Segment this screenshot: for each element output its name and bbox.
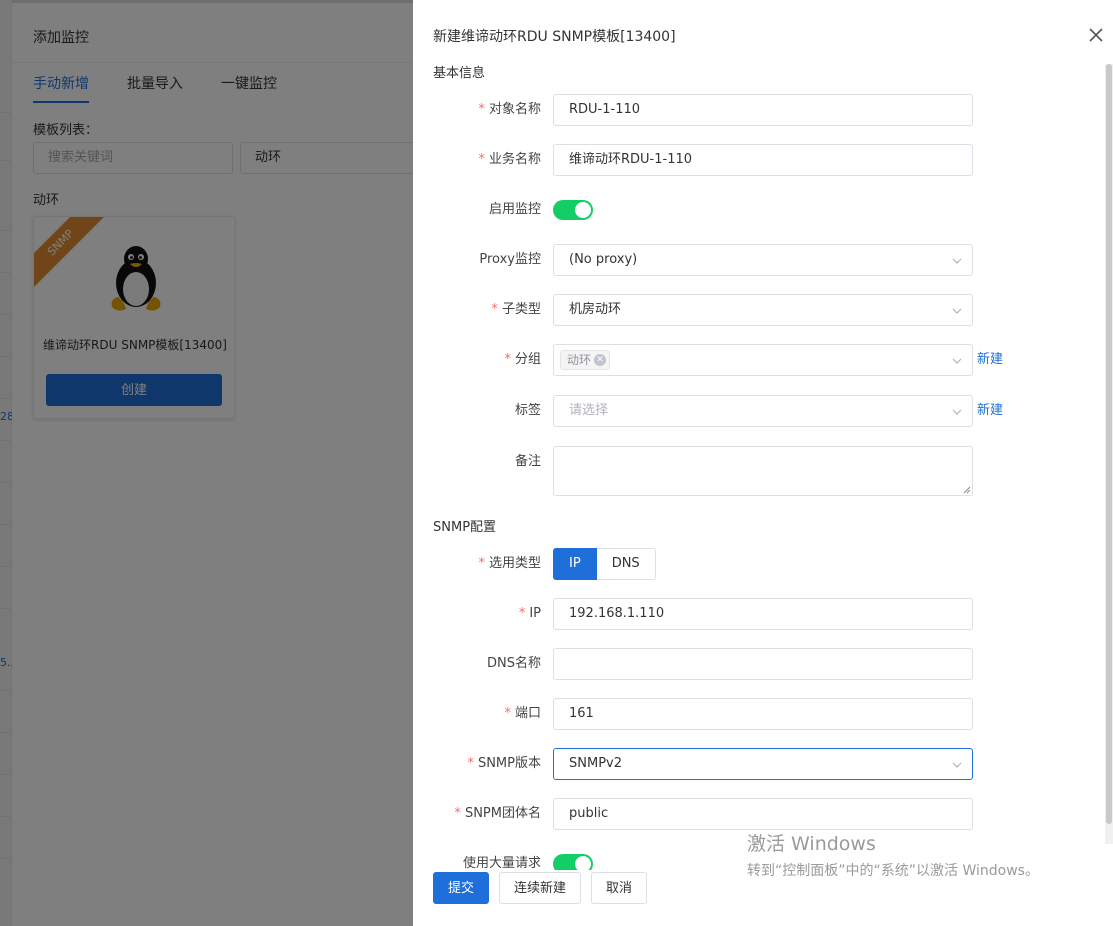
group-select[interactable]: 动环 ✕: [553, 344, 973, 376]
field-tags: 标签 请选择 新建: [413, 395, 1103, 427]
remark-textarea[interactable]: [553, 446, 973, 496]
switch-knob: [575, 202, 591, 218]
field-label: Proxy监控: [479, 252, 541, 267]
select-value: (No proxy): [569, 252, 638, 267]
scrollbar-thumb[interactable]: [1106, 64, 1112, 824]
tags-select[interactable]: 请选择: [553, 395, 973, 427]
chevron-down-icon: [952, 409, 962, 415]
field-label: 分组: [514, 352, 541, 367]
required-mark: *: [504, 352, 511, 367]
field-label: 对象名称: [488, 102, 541, 117]
tag-label: 动环: [567, 353, 592, 367]
field-select-type: * 选用类型 IP DNS: [413, 548, 1103, 580]
new-tag-link[interactable]: 新建: [977, 395, 1003, 427]
field-label: DNS名称: [487, 656, 541, 671]
field-proxy: Proxy监控 (No proxy): [413, 244, 1103, 276]
select-value: 机房动环: [569, 302, 622, 317]
required-mark: *: [491, 302, 498, 317]
field-label: 标签: [514, 403, 541, 418]
new-group-link[interactable]: 新建: [977, 344, 1003, 376]
section-snmp-config: SNMP配置: [433, 520, 497, 535]
dns-name-input[interactable]: [553, 648, 973, 680]
field-business-name: * 业务名称 维谛动环RDU-1-110: [413, 144, 1103, 176]
resize-grip-icon[interactable]: [963, 486, 971, 494]
enable-monitor-switch[interactable]: [553, 200, 593, 220]
drawer-scrollbar[interactable]: [1105, 64, 1113, 844]
field-label: 使用大量请求: [462, 856, 541, 870]
field-subtype: * 子类型 机房动环: [413, 294, 1103, 326]
bulk-request-switch[interactable]: [553, 854, 593, 870]
field-object-name: * 对象名称 RDU-1-110: [413, 94, 1103, 126]
field-label: IP: [529, 606, 541, 621]
field-label: SNMP版本: [477, 756, 541, 771]
required-mark: *: [478, 152, 485, 167]
field-dns-name: DNS名称: [413, 648, 1103, 680]
switch-knob: [575, 856, 591, 870]
select-type-segmented: IP DNS: [553, 548, 656, 580]
ip-input[interactable]: 192.168.1.110: [553, 598, 973, 630]
field-bulk-request: 使用大量请求: [413, 848, 1103, 870]
chevron-down-icon: [952, 358, 962, 364]
chevron-down-icon: [952, 308, 962, 314]
required-mark: *: [467, 756, 474, 771]
field-port: * 端口 161: [413, 698, 1103, 730]
select-placeholder: 请选择: [569, 403, 609, 418]
submit-button[interactable]: 提交: [433, 872, 490, 904]
select-type-ip-option[interactable]: IP: [553, 548, 597, 580]
field-snmp-version: * SNMP版本 SNMPv2: [413, 748, 1103, 780]
community-input[interactable]: public: [553, 798, 973, 830]
required-mark: *: [478, 102, 485, 117]
continue-create-button[interactable]: 连续新建: [499, 872, 582, 904]
chevron-down-icon: [952, 258, 962, 264]
section-basic-info: 基本信息: [433, 66, 486, 81]
field-remark: 备注: [413, 446, 1103, 496]
field-label: 备注: [514, 454, 541, 469]
field-label: 选用类型: [488, 556, 541, 571]
object-name-input[interactable]: RDU-1-110: [553, 94, 973, 126]
field-community: * SNPM团体名 public: [413, 798, 1103, 830]
group-tag: 动环 ✕: [560, 350, 611, 370]
snmp-version-select[interactable]: SNMPv2: [553, 748, 973, 780]
field-group: * 分组 动环 ✕ 新建: [413, 344, 1103, 376]
subtype-select[interactable]: 机房动环: [553, 294, 973, 326]
business-name-input[interactable]: 维谛动环RDU-1-110: [553, 144, 973, 176]
field-ip: * IP 192.168.1.110: [413, 598, 1103, 630]
field-label: 端口: [514, 706, 541, 721]
close-icon[interactable]: [1087, 26, 1105, 44]
cancel-button[interactable]: 取消: [591, 872, 648, 904]
field-label: 子类型: [501, 302, 541, 317]
drawer-footer: 提交 连续新建 取消: [433, 872, 648, 904]
field-label: 启用监控: [488, 202, 541, 217]
select-value: SNMPv2: [569, 756, 622, 771]
required-mark: *: [518, 606, 526, 621]
proxy-select[interactable]: (No proxy): [553, 244, 973, 276]
tag-close-icon[interactable]: ✕: [594, 354, 607, 366]
field-label: SNPM团体名: [464, 806, 541, 821]
required-mark: *: [478, 556, 485, 571]
port-input[interactable]: 161: [553, 698, 973, 730]
field-label: 业务名称: [488, 152, 541, 167]
drawer-title: 新建维谛动环RDU SNMP模板[13400]: [433, 29, 676, 45]
new-monitor-drawer: 新建维谛动环RDU SNMP模板[13400] 基本信息 * 对象名称 RDU-1…: [413, 0, 1113, 926]
select-type-dns-option[interactable]: DNS: [596, 548, 656, 580]
chevron-down-icon: [952, 762, 962, 768]
field-enable-monitor: 启用监控: [413, 194, 1103, 226]
required-mark: *: [454, 806, 461, 821]
required-mark: *: [504, 706, 511, 721]
